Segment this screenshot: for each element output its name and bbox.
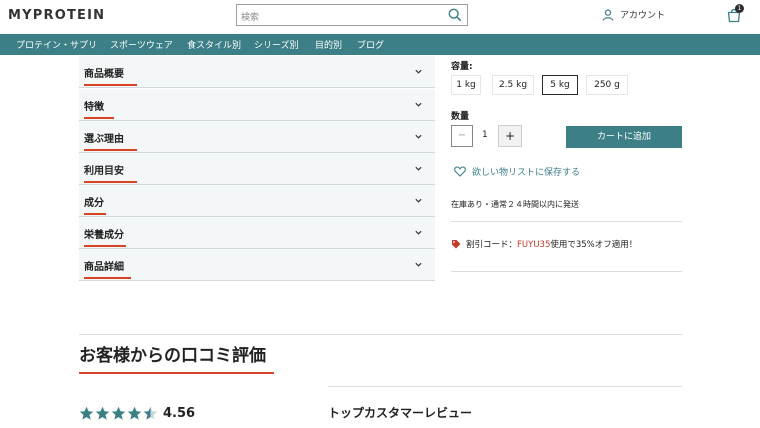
account-link[interactable]: アカウント	[602, 8, 665, 21]
search-input[interactable]	[237, 8, 437, 28]
accordion-reasons[interactable]: 選ぶ理由	[79, 121, 435, 153]
user-icon	[602, 8, 614, 21]
account-label: アカウント	[620, 11, 666, 21]
reviews-title-underline	[79, 372, 274, 374]
section-divider	[79, 334, 682, 335]
accordion-underline	[84, 117, 114, 119]
site-header: MYPROTEIN アカウント 1	[0, 0, 760, 34]
quantity-increase-button[interactable]: +	[498, 125, 522, 147]
quantity-decrease-button[interactable]: −	[451, 125, 473, 147]
accordion-ingredients[interactable]: 成分	[79, 185, 435, 217]
divider	[451, 271, 682, 272]
star-full-icon	[95, 406, 110, 420]
bag-count-badge: 1	[735, 4, 744, 13]
accordion-details[interactable]: 商品詳細	[79, 249, 435, 281]
reviews-divider	[328, 386, 682, 387]
reviews-title: お客様からの口コミ評価	[79, 346, 266, 366]
chevron-down-icon	[415, 230, 422, 235]
top-reviews-title: トップカスタマーレビュー	[328, 406, 473, 420]
chevron-down-icon	[415, 198, 422, 203]
promo-code: FUYU35	[517, 240, 551, 250]
accordion-underline	[84, 84, 137, 86]
accordion-label: 利用目安	[84, 166, 124, 177]
heart-icon	[454, 166, 466, 177]
stock-status: 在庫あり・通常２４時間以内に発送	[451, 200, 579, 209]
chevron-down-icon	[415, 262, 422, 267]
quantity-value[interactable]: 1	[482, 130, 488, 140]
accordion-underline	[84, 181, 137, 183]
chevron-down-icon	[415, 69, 422, 74]
star-full-icon	[79, 406, 94, 420]
accordion-label: 成分	[84, 198, 104, 209]
tag-icon	[452, 240, 461, 249]
accordion-label: 栄養成分	[84, 230, 124, 241]
star-rating	[79, 406, 158, 421]
accordion-underline	[84, 277, 131, 279]
star-full-icon	[111, 406, 126, 420]
nav-item-sportswear[interactable]: スポーツウェア	[110, 38, 173, 51]
size-option-2-5kg[interactable]: 2.5 kg	[492, 75, 534, 95]
promo-suffix: 使用で35%オフ適用！	[550, 240, 638, 250]
accordion-usage[interactable]: 利用目安	[79, 153, 435, 185]
accordion-label: 商品概要	[84, 69, 124, 80]
accordion-nutrition[interactable]: 栄養成分	[79, 217, 435, 249]
capacity-label: 容量:	[451, 62, 473, 72]
accordion-underline	[84, 149, 137, 151]
average-rating: 4.56	[163, 406, 196, 421]
accordion-overview[interactable]: 商品概要	[79, 56, 435, 88]
promo-prefix: 割引コード：	[466, 240, 518, 250]
wishlist-link[interactable]: 欲しい物リストに保存する	[454, 165, 580, 178]
search-icon[interactable]	[448, 8, 462, 22]
star-full-icon	[127, 406, 142, 420]
wishlist-label: 欲しい物リストに保存する	[472, 168, 581, 178]
nav-item-purpose[interactable]: 目的別	[315, 38, 342, 51]
star-half-icon	[143, 406, 158, 420]
nav-item-blog[interactable]: ブログ	[357, 38, 384, 51]
myprotein-logo[interactable]: MYPROTEIN	[8, 8, 105, 23]
quantity-label: 数量	[451, 112, 470, 122]
accordion-label: 商品詳細	[84, 262, 124, 273]
main-nav: プロテイン・サプリ スポーツウェア 食スタイル別 シリーズ別 目的別 ブログ	[0, 34, 760, 55]
chevron-down-icon	[415, 102, 422, 107]
accordion-underline	[84, 245, 126, 247]
accordion-label: 選ぶ理由	[84, 134, 124, 145]
size-option-5kg[interactable]: 5 kg	[542, 75, 578, 95]
accordion-underline	[84, 213, 106, 215]
search-bar	[236, 4, 468, 28]
chevron-down-icon	[415, 166, 422, 171]
nav-item-series[interactable]: シリーズ別	[254, 38, 299, 51]
accordion-features[interactable]: 特徴	[79, 89, 435, 121]
chevron-down-icon	[415, 134, 422, 139]
divider	[451, 221, 682, 222]
nav-item-protein-supplements[interactable]: プロテイン・サプリ	[16, 38, 97, 51]
nav-item-diet-style[interactable]: 食スタイル別	[187, 38, 241, 51]
accordion-label: 特徴	[84, 102, 104, 113]
add-to-cart-button[interactable]: カートに追加	[566, 126, 682, 148]
size-option-250g[interactable]: 250 g	[586, 75, 628, 95]
size-option-1kg[interactable]: 1 kg	[451, 75, 481, 95]
promo-banner: 割引コード：FUYU35使用で35%オフ適用！	[451, 238, 637, 250]
